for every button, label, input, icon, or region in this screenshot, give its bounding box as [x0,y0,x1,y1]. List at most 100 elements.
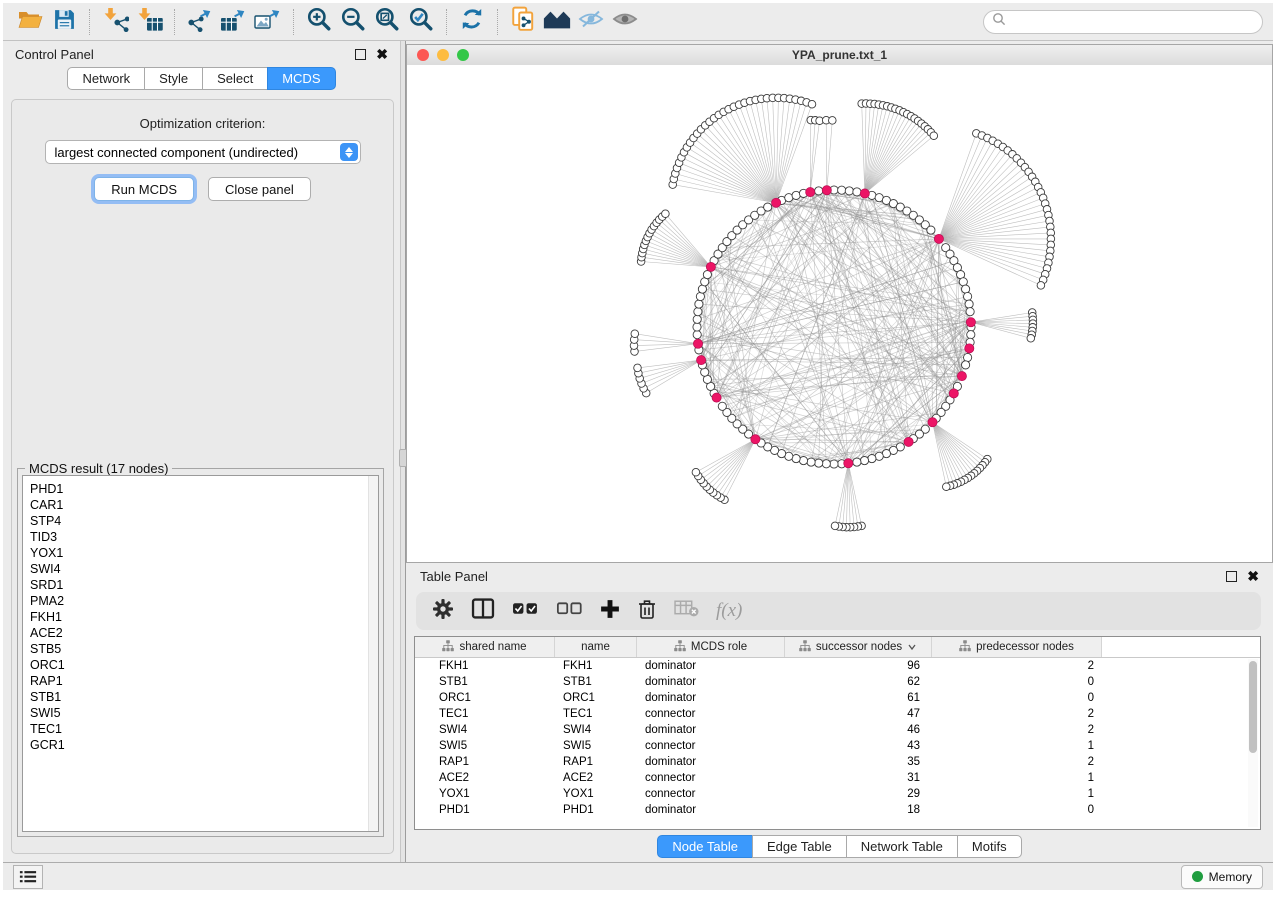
table-cell[interactable]: TEC1 [415,706,555,722]
table-row[interactable]: TEC1TEC1connector472 [415,706,1260,722]
table-cell[interactable]: FKH1 [415,658,555,674]
close-panel-icon[interactable]: ✖ [1247,571,1259,581]
table-row[interactable]: ACE2ACE2connector311 [415,770,1260,786]
table-cell[interactable]: 1 [932,738,1102,754]
mcds-result-item[interactable]: YOX1 [30,545,378,561]
table-cell[interactable]: 35 [785,754,932,770]
tab-node-table[interactable]: Node Table [657,835,753,858]
table-cell[interactable]: connector [637,706,785,722]
table-cell[interactable]: PHD1 [415,802,555,818]
table-cell[interactable]: dominator [637,690,785,706]
show-all-button[interactable] [608,7,642,37]
refresh-button[interactable] [455,7,489,37]
column-header-successor-nodes[interactable]: successor nodes [785,637,932,657]
table-cell[interactable]: YOX1 [415,786,555,802]
save-button[interactable] [47,7,81,37]
close-panel-button[interactable]: Close panel [208,177,311,201]
float-panel-icon[interactable] [1226,571,1237,582]
table-cell[interactable]: connector [637,770,785,786]
table-cell[interactable]: 2 [932,722,1102,738]
table-cell[interactable]: SWI5 [555,738,637,754]
tab-style[interactable]: Style [144,67,203,90]
table-cell[interactable]: 2 [932,658,1102,674]
mcds-result-item[interactable]: TEC1 [30,721,378,737]
mcds-result-item[interactable]: FKH1 [30,609,378,625]
table-cell[interactable]: connector [637,786,785,802]
deselect-all-button[interactable] [556,601,583,621]
tab-mcds[interactable]: MCDS [267,67,335,90]
table-cell[interactable]: ORC1 [415,690,555,706]
column-header-MCDS-role[interactable]: MCDS role [637,637,785,657]
tab-edge-table[interactable]: Edge Table [752,835,847,858]
table-cell[interactable]: RAP1 [415,754,555,770]
hide-selected-button[interactable] [574,7,608,37]
column-header-name[interactable]: name [555,637,637,657]
import-network-button[interactable] [98,7,132,37]
table-row[interactable]: ORC1ORC1dominator610 [415,690,1260,706]
network-canvas[interactable] [407,65,1272,562]
mcds-result-item[interactable]: GCR1 [30,737,378,753]
table-cell[interactable]: dominator [637,658,785,674]
mcds-result-item[interactable]: STB1 [30,689,378,705]
table-cell[interactable]: STB1 [555,674,637,690]
table-cell[interactable]: ACE2 [555,770,637,786]
table-row[interactable]: YOX1YOX1connector291 [415,786,1260,802]
tab-select[interactable]: Select [202,67,268,90]
float-panel-icon[interactable] [355,49,366,60]
delete-button[interactable] [637,598,657,625]
mcds-result-item[interactable]: RAP1 [30,673,378,689]
split-panel-button[interactable] [471,598,495,624]
table-cell[interactable]: dominator [637,754,785,770]
table-cell[interactable]: STB1 [415,674,555,690]
column-header-predecessor-nodes[interactable]: predecessor nodes [932,637,1102,657]
criterion-dropdown[interactable]: largest connected component (undirected) [45,140,361,164]
close-panel-icon[interactable]: ✖ [376,49,388,59]
tab-network[interactable]: Network [67,67,145,90]
table-cell[interactable]: 46 [785,722,932,738]
close-window-icon[interactable] [417,49,429,61]
open-file-button[interactable] [13,7,47,37]
network-window-titlebar[interactable]: YPA_prune.txt_1 [407,45,1272,66]
table-row[interactable]: PHD1PHD1dominator180 [415,802,1260,818]
search-input[interactable] [1010,14,1262,30]
tab-motifs[interactable]: Motifs [957,835,1022,858]
table-cell[interactable]: SWI4 [555,722,637,738]
table-cell[interactable]: 0 [932,802,1102,818]
table-cell[interactable]: 29 [785,786,932,802]
zoom-out-button[interactable] [336,7,370,37]
mcds-result-item[interactable]: TID3 [30,529,378,545]
table-cell[interactable]: SWI4 [415,722,555,738]
memory-button[interactable]: Memory [1181,865,1263,889]
table-row[interactable]: SWI4SWI4dominator462 [415,722,1260,738]
mcds-result-item[interactable]: STP4 [30,513,378,529]
table-cell[interactable]: SWI5 [415,738,555,754]
table-cell[interactable]: 0 [932,674,1102,690]
table-cell[interactable]: dominator [637,674,785,690]
select-all-button[interactable] [512,601,539,621]
minimize-window-icon[interactable] [437,49,449,61]
gear-button[interactable] [432,598,454,625]
table-cell[interactable]: 2 [932,754,1102,770]
table-scrollbar-thumb[interactable] [1249,661,1257,753]
export-table-button[interactable] [217,7,251,37]
mcds-result-item[interactable]: CAR1 [30,497,378,513]
export-network-button[interactable] [183,7,217,37]
table-cell[interactable]: PHD1 [555,802,637,818]
table-row[interactable]: FKH1FKH1dominator962 [415,658,1260,674]
mcds-result-item[interactable]: PMA2 [30,593,378,609]
table-cell[interactable]: 2 [932,706,1102,722]
mcds-result-item[interactable]: ORC1 [30,657,378,673]
table-cell[interactable]: 31 [785,770,932,786]
mcds-result-item[interactable]: PHD1 [30,481,378,497]
table-cell[interactable]: dominator [637,722,785,738]
search-field[interactable] [983,10,1263,34]
table-cell[interactable]: ACE2 [415,770,555,786]
mcds-result-item[interactable]: STB5 [30,641,378,657]
mcds-result-item[interactable]: SRD1 [30,577,378,593]
table-cell[interactable]: 47 [785,706,932,722]
maximize-window-icon[interactable] [457,49,469,61]
table-cell[interactable]: YOX1 [555,786,637,802]
table-cell[interactable]: 18 [785,802,932,818]
add-button[interactable] [600,599,620,624]
first-neighbors-button[interactable] [540,7,574,37]
